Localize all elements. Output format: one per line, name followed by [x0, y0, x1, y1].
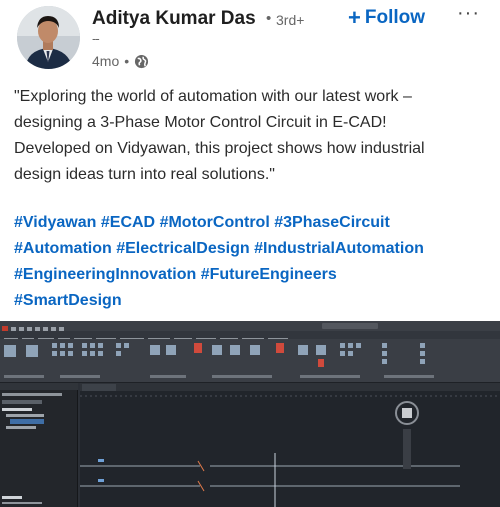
hashtag-list: #Vidyawan #ECAD #MotorControl #3PhaseCir… — [14, 210, 494, 314]
hashtag-link[interactable]: #ECAD — [101, 214, 155, 231]
author-headline: -- — [92, 31, 100, 46]
post-text-line: design ideas turn into real solutions." — [14, 166, 275, 183]
hashtag-link[interactable]: #3PhaseCircuit — [274, 214, 390, 231]
cad-panel-header — [0, 383, 78, 390]
connection-separator: • — [266, 10, 272, 27]
cad-viewcube-icon — [402, 408, 412, 418]
cad-schematic-drawing — [80, 395, 500, 507]
hashtag-line: #Automation #ElectricalDesign #Industria… — [14, 236, 494, 262]
connection-degree: 3rd+ — [276, 12, 305, 28]
more-horizontal-icon: ··· — [457, 2, 480, 24]
post-time-separator: • — [124, 53, 130, 69]
author-avatar[interactable] — [17, 6, 80, 69]
follow-button[interactable]: + Follow — [346, 5, 427, 31]
hashtag-link[interactable]: #ElectricalDesign — [116, 240, 249, 257]
plus-icon: + — [348, 5, 361, 30]
cad-titlebar — [0, 321, 500, 332]
cad-menubar — [0, 331, 500, 342]
cad-ribbon-tools — [4, 343, 434, 378]
hashtag-link[interactable]: #FutureEngineers — [201, 266, 337, 283]
hashtag-link[interactable]: #SmartDesign — [14, 292, 122, 309]
post-time[interactable]: 4mo — [92, 53, 119, 69]
cad-active-tab — [82, 384, 116, 391]
cad-search-box — [322, 323, 378, 329]
post-image-ecad-screenshot[interactable] — [0, 321, 500, 507]
hashtag-link[interactable]: #Vidyawan — [14, 214, 96, 231]
avatar-photo — [17, 6, 80, 69]
post-text: "Exploring the world of automation with … — [14, 84, 494, 188]
hashtag-link[interactable]: #EngineeringInnovation — [14, 266, 196, 283]
more-options-button[interactable]: ··· — [457, 2, 480, 25]
cad-ribbon — [0, 339, 500, 383]
post-text-line: designing a 3-Phase Motor Control Circui… — [14, 114, 387, 131]
author-name[interactable]: Aditya Kumar Das — [92, 8, 256, 30]
globe-icon — [135, 54, 149, 68]
follow-label: Follow — [364, 7, 426, 28]
hashtag-link[interactable]: #Automation — [14, 240, 112, 257]
cad-navigation-bar — [403, 429, 411, 469]
post-text-line: Developed on Vidyawan, this project show… — [14, 140, 425, 157]
cad-drawing-canvas — [80, 391, 500, 507]
hashtag-line: #EngineeringInnovation #FutureEngineers — [14, 262, 494, 288]
cad-project-tree — [2, 393, 62, 504]
cad-project-manager-panel — [0, 383, 78, 507]
post-text-line: "Exploring the world of automation with … — [14, 88, 412, 105]
post-meta: 4mo • — [92, 53, 149, 69]
cad-document-tabs — [80, 383, 500, 391]
hashtag-link[interactable]: #MotorControl — [160, 214, 270, 231]
hashtag-line: #Vidyawan #ECAD #MotorControl #3PhaseCir… — [14, 210, 494, 236]
hashtag-line: #SmartDesign — [14, 288, 494, 314]
hashtag-link[interactable]: #IndustrialAutomation — [254, 240, 424, 257]
